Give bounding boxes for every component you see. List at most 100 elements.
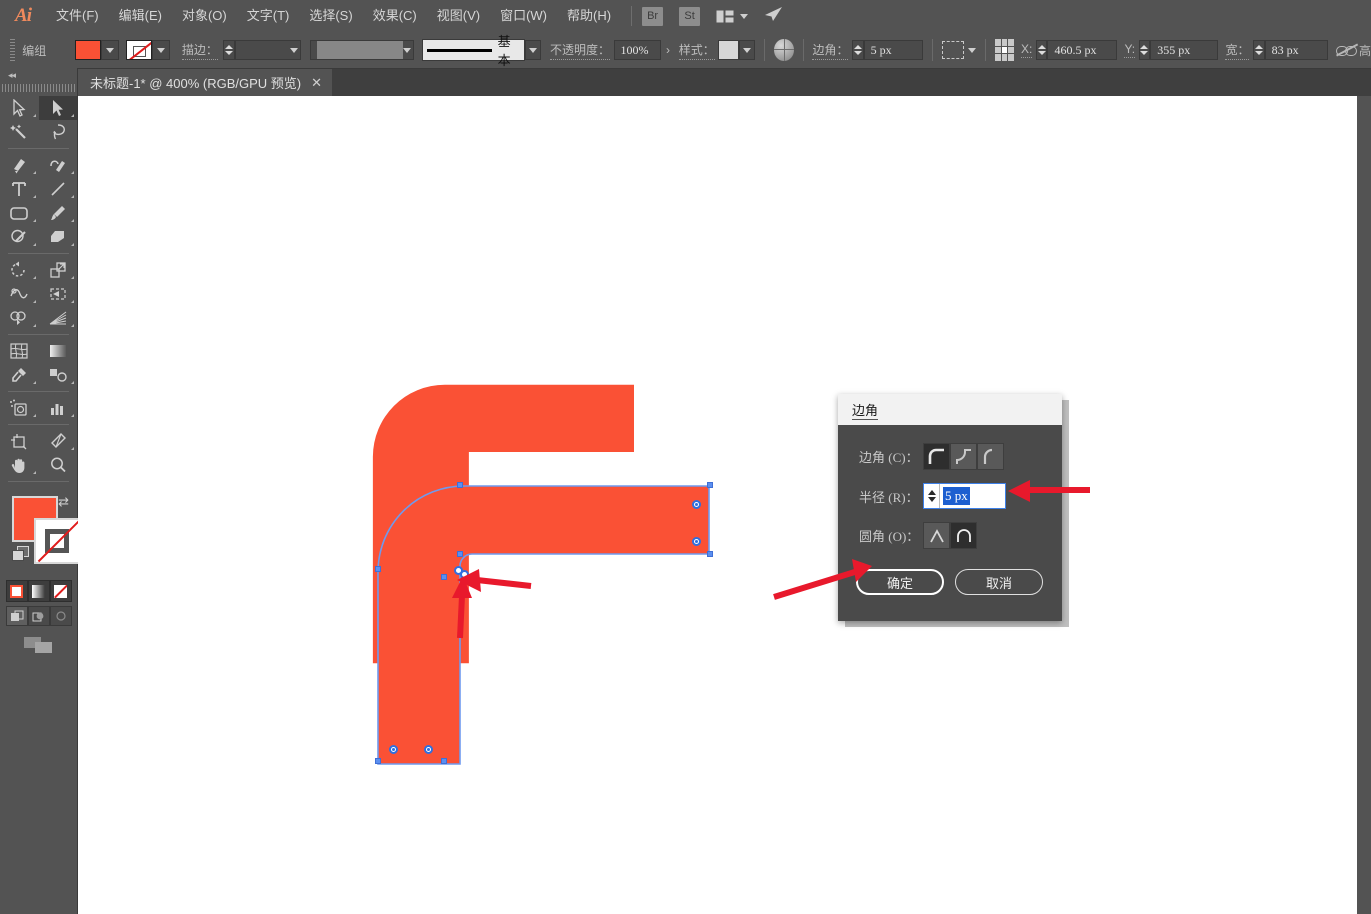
workspace-switcher-icon[interactable]	[764, 6, 784, 27]
corner-inverted-round-option[interactable]	[950, 443, 977, 470]
width-field[interactable]: 83 px	[1264, 40, 1328, 60]
close-icon[interactable]: ✕	[311, 76, 322, 89]
center-point[interactable]	[424, 745, 433, 754]
stroke-weight-stepper[interactable]	[223, 40, 235, 60]
direct-selection-tool[interactable]	[38, 96, 77, 120]
none-mode[interactable]	[49, 580, 72, 602]
pen-tool[interactable]	[0, 153, 39, 177]
column-graph-tool[interactable]	[39, 396, 78, 420]
arrange-documents-icon[interactable]	[716, 10, 749, 23]
collapse-panel-icon[interactable]: ◂◂	[8, 70, 16, 81]
anchor-point[interactable]	[707, 482, 713, 488]
anchor-point[interactable]	[457, 551, 463, 557]
opacity-field[interactable]: 100%	[613, 40, 661, 60]
corner-chamfer-option[interactable]	[977, 443, 1004, 470]
draw-behind-mode[interactable]	[27, 606, 50, 626]
radius-input[interactable]: 5 px	[940, 484, 1005, 508]
default-fill-stroke-icon[interactable]	[12, 546, 29, 561]
cancel-button[interactable]: 取消	[955, 569, 1043, 595]
control-bar-grip[interactable]	[6, 38, 19, 62]
mesh-tool[interactable]	[0, 339, 39, 363]
align-dropdown[interactable]	[941, 41, 976, 59]
graphic-style-swatch[interactable]	[718, 40, 740, 60]
menu-window[interactable]: 窗口(W)	[490, 0, 557, 32]
opacity-flyout-icon[interactable]: ›	[666, 43, 670, 57]
x-position-stepper[interactable]	[1035, 40, 1048, 60]
menu-effect[interactable]: 效果(C)	[363, 0, 427, 32]
gradient-tool[interactable]	[39, 339, 78, 363]
scale-tool[interactable]	[39, 258, 78, 282]
hand-tool[interactable]	[0, 453, 39, 477]
brush-dropdown-button[interactable]	[525, 40, 542, 60]
radius-field-wrapper[interactable]: 5 px	[923, 483, 1006, 509]
type-tool[interactable]	[0, 177, 39, 201]
rounded-l-shape-geometry[interactable]	[376, 484, 716, 766]
menu-file[interactable]: 文件(F)	[46, 0, 109, 32]
rounding-absolute-option[interactable]	[923, 522, 950, 549]
perspective-grid-tool[interactable]	[39, 306, 78, 330]
brush-definition-select[interactable]: 基本	[422, 34, 526, 68]
width-tool[interactable]	[0, 282, 39, 306]
shape-builder-tool[interactable]	[0, 306, 39, 330]
symbol-sprayer-tool[interactable]	[0, 396, 39, 420]
artboard-tool[interactable]	[0, 429, 39, 453]
menu-type[interactable]: 文字(T)	[237, 0, 300, 32]
swap-fill-stroke-icon[interactable]: ⇄	[58, 494, 69, 510]
variable-width-profile-select[interactable]	[309, 40, 414, 60]
anchor-point[interactable]	[441, 574, 447, 580]
menu-select[interactable]: 选择(S)	[299, 0, 362, 32]
anchor-point[interactable]	[441, 758, 447, 764]
selection-tool[interactable]	[0, 96, 39, 120]
anchor-point[interactable]	[707, 551, 713, 557]
shaper-tool[interactable]	[0, 225, 39, 249]
document-tab[interactable]: 未标题-1* @ 400% (RGB/GPU 预览) ✕	[78, 69, 333, 96]
stroke-color-swatch[interactable]	[34, 518, 80, 564]
center-point[interactable]	[692, 500, 701, 509]
artboard-canvas[interactable]	[78, 96, 1357, 914]
lasso-tool[interactable]	[39, 120, 78, 144]
recolor-artwork-icon[interactable]	[774, 39, 794, 61]
center-point[interactable]	[692, 537, 701, 546]
corners-dialog[interactable]: 边角 边角 (C)： 半径 (R)： 5 px 圆角 (O)： 确定 取消	[838, 394, 1062, 621]
magic-wand-tool[interactable]	[0, 120, 39, 144]
gradient-mode[interactable]	[27, 580, 50, 602]
y-position-stepper[interactable]	[1138, 40, 1151, 60]
style-dropdown-button[interactable]	[739, 40, 756, 60]
color-mode[interactable]	[5, 580, 28, 602]
corner-radius-stepper[interactable]	[851, 40, 864, 60]
fill-dropdown-button[interactable]	[100, 40, 119, 60]
corner-round-option[interactable]	[923, 443, 950, 470]
rectangle-tool[interactable]	[0, 201, 39, 225]
stroke-swatch-group[interactable]	[125, 40, 170, 60]
menu-edit[interactable]: 编辑(E)	[109, 0, 172, 32]
tool-panel-grip[interactable]	[0, 82, 77, 93]
free-transform-tool[interactable]	[39, 282, 78, 306]
draw-inside-mode[interactable]	[49, 606, 72, 626]
unlink-ratio-icon[interactable]	[1336, 42, 1359, 58]
center-point[interactable]	[389, 745, 398, 754]
radius-stepper[interactable]	[924, 484, 940, 508]
change-screen-mode-icon[interactable]	[0, 636, 77, 654]
zoom-tool[interactable]	[39, 453, 78, 477]
menu-view[interactable]: 视图(V)	[427, 0, 490, 32]
stroke-weight-field[interactable]	[234, 40, 301, 60]
ok-button[interactable]: 确定	[856, 569, 944, 595]
corner-radius-field[interactable]: 5 px	[863, 40, 924, 60]
bridge-button[interactable]: Br	[642, 6, 664, 26]
paintbrush-tool[interactable]	[39, 201, 78, 225]
fill-color-swatch[interactable]	[74, 40, 101, 60]
x-position-field[interactable]: 460.5 px	[1047, 40, 1118, 60]
eraser-tool[interactable]	[39, 225, 78, 249]
eyedropper-tool[interactable]	[0, 363, 39, 387]
rotate-tool[interactable]	[0, 258, 39, 282]
y-position-field[interactable]: 355 px	[1150, 40, 1219, 60]
stroke-dropdown-button[interactable]	[151, 40, 170, 60]
slice-tool[interactable]	[39, 429, 78, 453]
stock-button[interactable]: St	[679, 6, 701, 26]
anchor-point[interactable]	[375, 758, 381, 764]
draw-normal-mode[interactable]	[5, 606, 28, 626]
width-stepper[interactable]	[1252, 40, 1265, 60]
anchor-point[interactable]	[375, 566, 381, 572]
reference-point-selector[interactable]	[994, 39, 1015, 61]
menu-help[interactable]: 帮助(H)	[557, 0, 621, 32]
